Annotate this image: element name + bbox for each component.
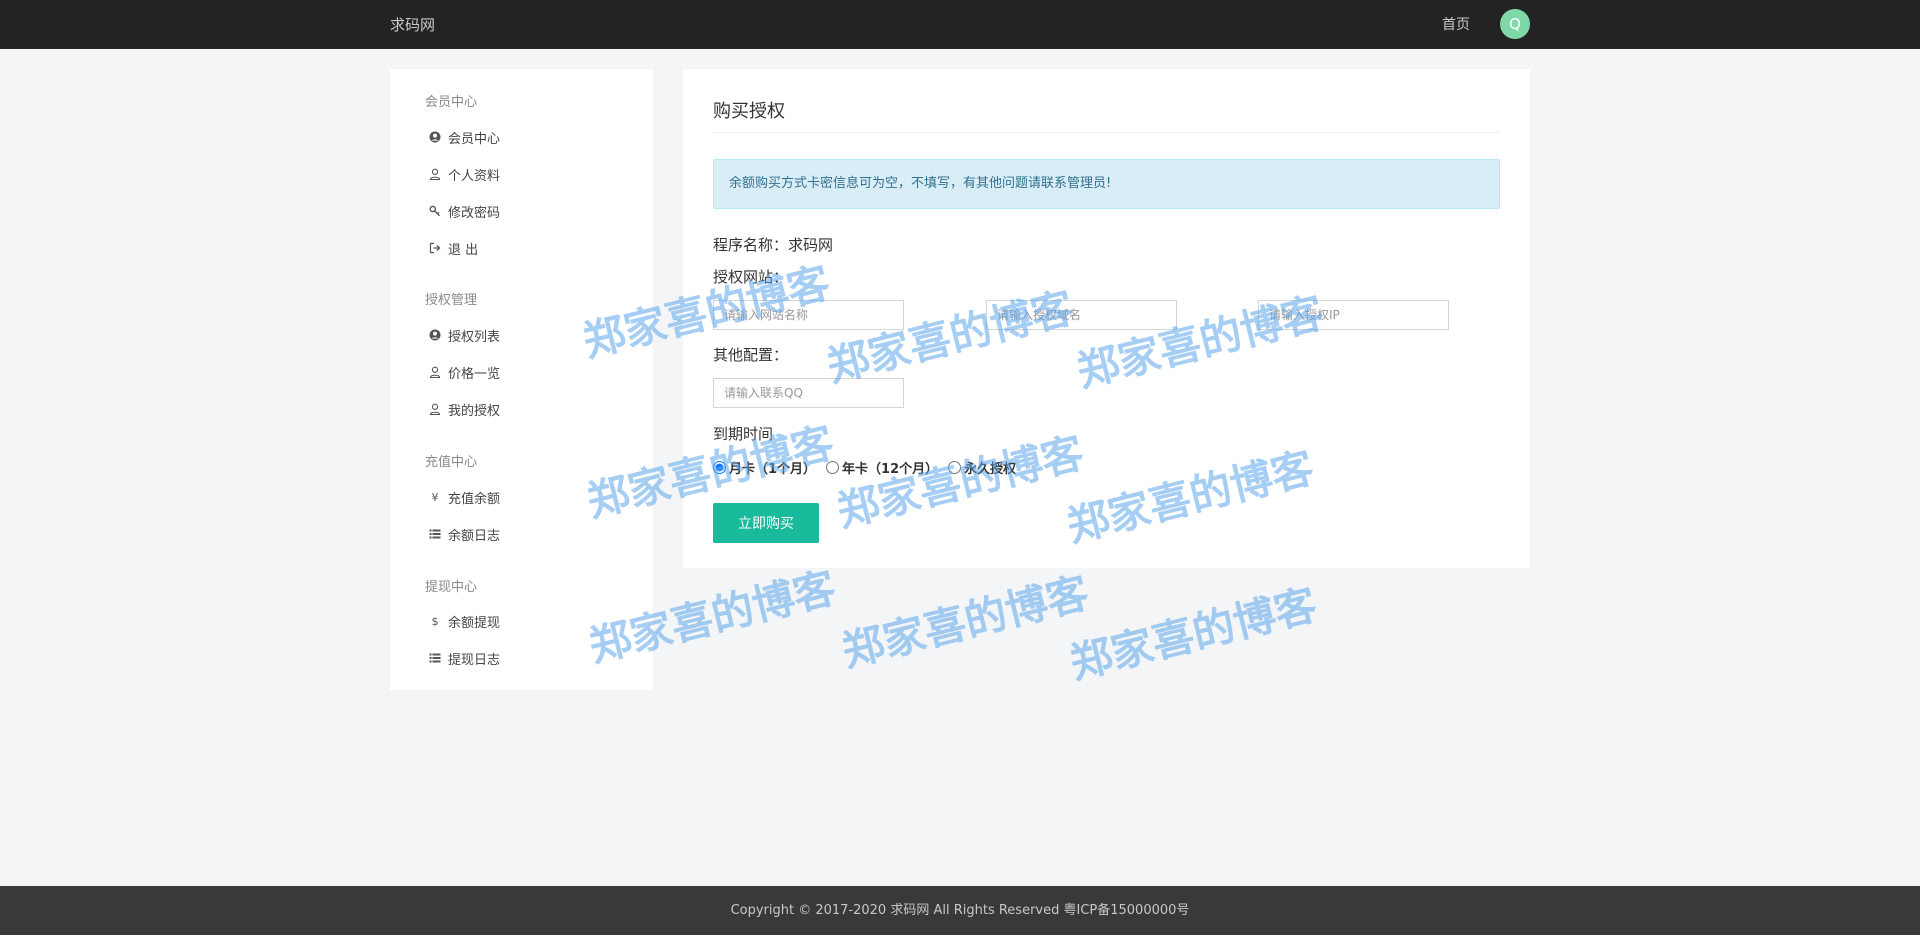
sidebar-item-label: 退 出 [448,242,479,258]
list-icon [428,527,442,541]
footer-copyright: Copyright © 2017-2020 求码网 All Rights Res… [730,903,1190,918]
program-name-label: 程序名称：求码网 [713,236,834,254]
sidebar-item-my-auth[interactable]: 我的授权 [428,398,500,420]
radio-yearly[interactable] [826,461,840,474]
expiry-label: 到期时间 [713,425,774,443]
sidebar-item-balance-log[interactable]: 余额日志 [428,523,500,545]
expiry-options: 月卡（1个月） 年卡（12个月） 永久授权 [713,458,1026,477]
info-alert: 余额购买方式卡密信息可为空，不填写，有其他问题请联系管理员! [713,159,1500,209]
sidebar-item-change-password[interactable]: 修改密码 [428,200,500,222]
sidebar-item-label: 余额提现 [448,615,501,631]
sidebar-item-label: 修改密码 [448,205,501,221]
option-yearly[interactable]: 年卡（12个月） [826,458,938,477]
list-icon [428,651,442,665]
site-name-input[interactable] [713,300,904,330]
option-label: 月卡（1个月） [729,462,817,477]
top-navbar: 求码网 首页 Q [0,0,1920,49]
sidebar-item-label: 余额日志 [448,528,501,544]
sidebar-item-label: 充值余额 [448,491,501,507]
sidebar-group-title-recharge: 充值中心 [425,455,478,470]
yen-icon: ¥ [431,490,439,504]
sidebar-group-title-member: 会员中心 [425,95,478,110]
sidebar-item-logout[interactable]: 退 出 [428,237,478,259]
buy-now-button[interactable]: 立即购买 [713,503,819,543]
user-icon [428,365,442,379]
other-config-label: 其他配置： [713,346,789,364]
ip-input[interactable] [1258,300,1449,330]
option-permanent[interactable]: 永久授权 [948,458,1016,477]
sidebar-item-member-center[interactable]: 会员中心 [428,126,500,148]
qq-input[interactable] [713,378,904,408]
option-label: 永久授权 [964,462,1017,477]
nav-home-link[interactable]: 首页 [1442,14,1470,34]
option-label: 年卡（12个月） [842,462,939,477]
sidebar: 会员中心 会员中心 个人资料 修改密码 退 出 授权管理 授权列表 价格一览 我… [390,69,653,690]
sign-out-icon [428,241,442,255]
sidebar-item-price-list[interactable]: 价格一览 [428,361,500,383]
watermark: 郑家喜的博客 [837,567,1094,677]
radio-permanent[interactable] [948,461,962,474]
user-circle-icon [428,130,442,144]
domain-input[interactable] [986,300,1177,330]
sidebar-group-title-withdraw: 提现中心 [425,580,478,595]
sidebar-item-label: 个人资料 [448,168,501,184]
user-circle-icon [428,328,442,342]
user-icon [428,167,442,181]
site-label: 授权网站： [713,268,789,286]
sidebar-item-label: 价格一览 [448,366,501,382]
brand-logo-text[interactable]: 求码网 [390,14,435,35]
sidebar-item-label: 提现日志 [448,652,501,668]
purchase-panel: 购买授权 余额购买方式卡密信息可为空，不填写，有其他问题请联系管理员! 程序名称… [683,69,1530,568]
sidebar-item-label: 授权列表 [448,329,501,345]
option-monthly[interactable]: 月卡（1个月） [713,458,816,477]
avatar[interactable]: Q [1500,9,1530,39]
sidebar-item-withdraw-log[interactable]: 提现日志 [428,647,500,669]
page-title: 购买授权 [713,101,785,122]
sidebar-item-withdraw[interactable]: $ 余额提现 [428,610,501,632]
user-icon [428,402,442,416]
sidebar-group-title-auth: 授权管理 [425,293,478,308]
dollar-icon: $ [431,614,439,628]
watermark: 郑家喜的博客 [1065,579,1322,689]
sidebar-item-label: 我的授权 [448,403,501,419]
sidebar-item-recharge[interactable]: ¥ 充值余额 [428,486,501,508]
key-icon [428,204,442,218]
footer: Copyright © 2017-2020 求码网 All Rights Res… [0,886,1920,935]
title-divider [713,132,1500,133]
sidebar-item-auth-list[interactable]: 授权列表 [428,324,500,346]
sidebar-item-profile[interactable]: 个人资料 [428,163,500,185]
sidebar-item-label: 会员中心 [448,131,501,147]
radio-monthly[interactable] [713,461,726,474]
